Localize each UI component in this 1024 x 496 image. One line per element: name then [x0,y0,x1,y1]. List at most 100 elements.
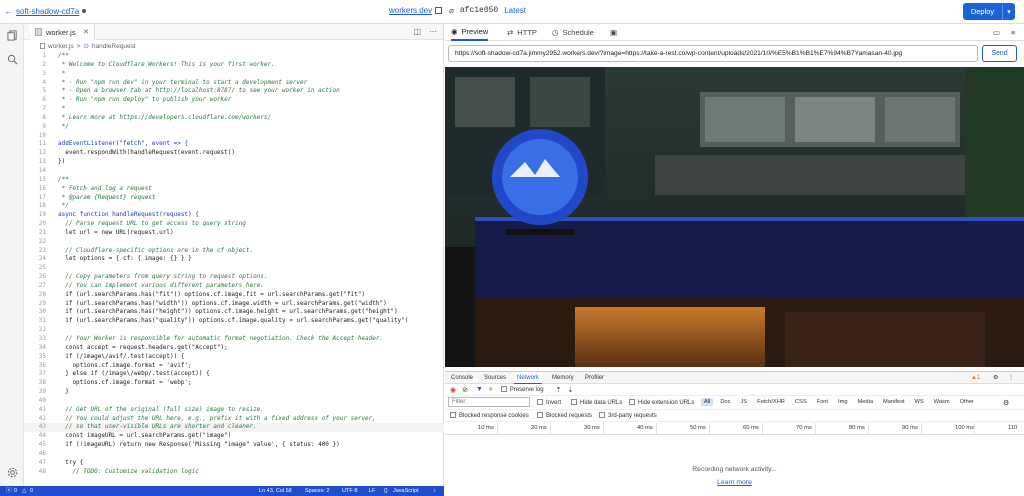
blocked-cookies-checkbox[interactable] [450,412,459,419]
code-lines[interactable]: 1 /** 2 * Welcome to Cloudflare Workers! T… [24,52,444,477]
code-line[interactable]: 2 * Welcome to Cloudflare Workers! This … [24,61,444,70]
warning-icon[interactable]: ▲1 [971,372,980,384]
code-line[interactable]: 11 addEventListener("fetch", event => { [24,140,444,149]
code-line[interactable]: 20 // Parse request URL to get access to… [24,220,444,229]
worker-name-link[interactable]: soft-shadow-cd7a [16,7,79,16]
settings-gear-icon[interactable] [7,467,18,478]
record-icon[interactable]: ◉ [450,386,456,394]
commit-hash[interactable]: afc1e050 [460,6,498,15]
tab-schedule[interactable]: ◷ Schedule [552,24,594,41]
type-doc[interactable]: Doc [717,398,733,406]
code-line[interactable]: 13}) [24,158,444,167]
type-all[interactable]: All [701,398,714,406]
code-line[interactable]: 45 if (!imageURL) return new Response('M… [24,441,444,450]
tab-worker-js[interactable]: worker.js ✕ [30,24,95,40]
code-line[interactable]: 32 [24,326,444,335]
code-line[interactable]: 39 } [24,388,444,397]
code-line[interactable]: 38 options.cf.image.format = 'webp'; [24,379,444,388]
code-line[interactable]: 6 * - Run "npm run deploy" to publish yo… [24,96,444,105]
deploy-dropdown-icon[interactable]: ▾ [1002,3,1015,20]
search-icon[interactable] [7,54,18,65]
back-arrow-icon[interactable]: ← [4,6,13,16]
bell-icon[interactable]: ♪ [433,486,436,496]
devtools-tab-profiler[interactable]: Profiler [585,372,604,384]
search-network-icon[interactable]: ⌕ [489,386,493,394]
blocked-requests-checkbox[interactable] [537,412,546,419]
code-line[interactable]: 37 } else if (/image\/webp/.test(accept)… [24,370,444,379]
tab-http[interactable]: ⇄ HTTP [507,24,537,41]
filter-icon[interactable]: ▼ [476,386,483,393]
code-line[interactable]: 36 options.cf.image.format = 'avif'; [24,362,444,371]
code-line[interactable]: 9 */ [24,123,444,132]
network-settings-icon[interactable]: ⚙ [1003,399,1009,407]
code-line[interactable]: 18 */ [24,202,444,211]
code-line[interactable]: 7 * [24,105,444,114]
preserve-log-checkbox[interactable] [500,386,510,393]
line-ending[interactable]: LF [369,486,375,496]
type-ws[interactable]: WS [912,398,927,406]
url-input[interactable]: https://soft-shadow-cd7a.jimmy2952.worke… [448,45,978,62]
code-line[interactable]: 14 [24,167,444,176]
code-line[interactable]: 46 [24,450,444,459]
devtools-more-icon[interactable]: ⋮ [1008,372,1014,384]
devtools-toggle-icon[interactable]: ▣ [610,24,617,41]
code-line[interactable]: 35 if (/image\/avif/.test(accept)) { [24,353,444,362]
panel-menu-icon[interactable]: ≡ [1011,24,1015,41]
error-count[interactable]: 0 [14,486,17,496]
code-line[interactable]: 31 if (url.searchParams.has("quality")) … [24,317,444,326]
code-line[interactable]: 34 const accept = request.headers.get("A… [24,344,444,353]
code-line[interactable]: 29 if (url.searchParams.has("width")) op… [24,300,444,309]
code-line[interactable]: 44 const imageURL = url.searchParams.get… [24,432,444,441]
code-line[interactable]: 27 // You can implement various differen… [24,282,444,291]
clear-icon[interactable]: ⊘ [462,386,468,394]
devtools-tab-console[interactable]: Console [451,372,473,384]
third-party-checkbox[interactable] [599,412,608,419]
encoding[interactable]: UTF-8 [342,486,358,496]
type-js[interactable]: JS [737,398,750,406]
devtools-settings-icon[interactable]: ⚙ [993,372,998,384]
code-line[interactable]: 40 [24,397,444,406]
code-line[interactable]: 3 * [24,70,444,79]
warning-count[interactable]: 0 [30,486,33,496]
code-line[interactable]: 12 event.respondWith(handleRequest(event… [24,149,444,158]
code-line[interactable]: 42 // You could adjust the URL here, e.g… [24,415,444,424]
learn-more-link[interactable]: Learn more [445,479,1024,486]
code-line[interactable]: 17 * @param {Request} request [24,194,444,203]
code-line[interactable]: 15 /** [24,176,444,185]
type-font[interactable]: Font [814,398,831,406]
code-line[interactable]: 23 // Cloudflare-specific options are in… [24,247,444,256]
terminal-icon[interactable]: ▭ [993,24,1000,41]
language-mode[interactable]: JavaScript [393,486,419,496]
deploy-button[interactable]: Deploy [963,3,1002,20]
breadcrumb-function[interactable]: handleRequest [92,43,136,50]
code-line[interactable]: 47 try { [24,459,444,468]
code-line[interactable]: 24 let options = { cf: { image: {} } } [24,255,444,264]
cursor-position[interactable]: Ln 43, Col 58 [259,486,292,496]
filter-input[interactable]: Filter [448,397,530,407]
code-line[interactable]: 22 [24,238,444,247]
code-line[interactable]: 8 * Learn more at https://developers.clo… [24,114,444,123]
tab-preview[interactable]: ◉ Preview [451,24,489,41]
breadcrumb-file[interactable]: worker.js [48,43,74,50]
type-wasm[interactable]: Wasm [931,398,953,406]
workers-dev-link[interactable]: workers.dev [389,6,443,15]
hide-data-urls-checkbox[interactable] [571,399,580,406]
code-line[interactable]: 21 let url = new URL(request.url) [24,229,444,238]
code-line[interactable]: 33 // Your Worker is responsible for aut… [24,335,444,344]
code-line[interactable]: 25 [24,264,444,273]
code-line[interactable]: 48 // TODO: Customize validation logic [24,468,444,477]
indentation[interactable]: Spaces: 2 [305,486,329,496]
code-line[interactable]: 19 async function handleRequest(request) … [24,211,444,220]
files-icon[interactable] [7,30,18,41]
hide-ext-urls-checkbox[interactable] [629,399,638,406]
import-icon[interactable]: ⇡ [556,386,562,394]
code-line[interactable]: 1 /** [24,52,444,61]
devtools-tab-sources[interactable]: Sources [484,372,506,384]
code-line[interactable]: 5 * - Open a browser tab at http://local… [24,87,444,96]
code-line[interactable]: 4 * - Run "npm run dev" in your terminal… [24,79,444,88]
send-button[interactable]: Send [982,45,1017,62]
code-line[interactable]: 41 // Get URL of the original (full size… [24,406,444,415]
type-css[interactable]: CSS [792,398,810,406]
split-editor-icon[interactable]: ◫ [413,27,421,36]
code-line[interactable]: 28 if (url.searchParams.has("fit")) opti… [24,291,444,300]
